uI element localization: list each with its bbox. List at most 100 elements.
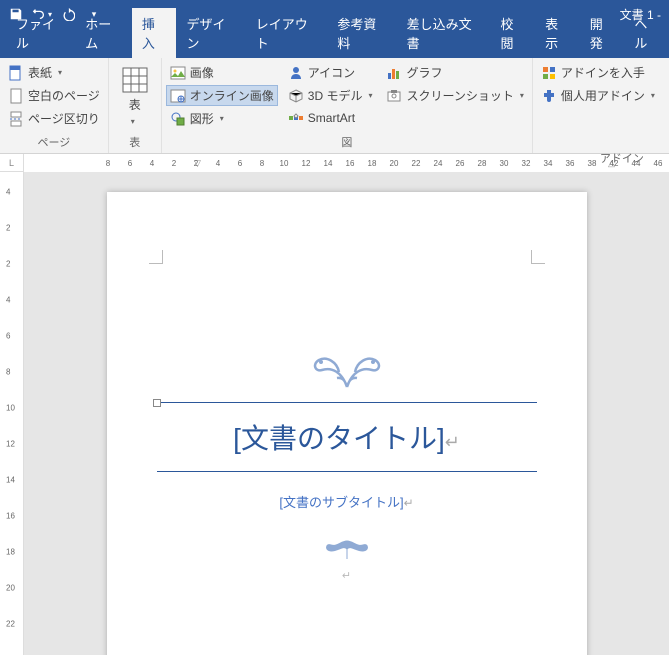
- document-page[interactable]: [文書のタイトル]↵ [文書のサブタイトル]↵ ↵: [107, 192, 587, 655]
- smartart-icon: [288, 110, 304, 126]
- ruler-number: 8: [6, 368, 10, 377]
- ruler-number: 22: [6, 620, 15, 629]
- cmd-label: 図形: [190, 110, 214, 127]
- chart-button[interactable]: グラフ: [382, 62, 527, 83]
- chevron-down-icon: ▾: [651, 91, 655, 100]
- group-label: アドイン: [537, 148, 669, 169]
- vertical-ruler[interactable]: 42246810121416182022: [0, 172, 24, 655]
- tab-layout[interactable]: レイアウト: [246, 8, 328, 58]
- tab-selector[interactable]: L: [0, 154, 24, 172]
- screenshot-button[interactable]: スクリーンショット ▾: [382, 85, 527, 106]
- group-label: 表: [113, 132, 157, 153]
- cube-icon: [288, 88, 304, 104]
- ruler-number: 18: [6, 548, 15, 557]
- tab-mailings[interactable]: 差し込み文書: [397, 8, 491, 58]
- 3d-models-button[interactable]: 3D モデル ▾: [284, 85, 377, 106]
- ruler-number: 42: [610, 159, 619, 168]
- table-button[interactable]: 表▾: [113, 60, 157, 132]
- ruler-number: 4: [6, 188, 10, 197]
- title-block[interactable]: [文書のタイトル]↵: [157, 402, 537, 472]
- chevron-down-icon: ▾: [368, 91, 372, 100]
- page-break-icon: [8, 111, 24, 127]
- group-label: ページ: [4, 132, 104, 153]
- cmd-label: 個人用アドイン: [561, 87, 645, 104]
- subtitle-placeholder[interactable]: [文書のサブタイトル]: [279, 495, 403, 510]
- content-control-handle[interactable]: [153, 399, 161, 407]
- group-illustrations: 画像 オンライン画像 図形▾ アイコン 3D モデル▾: [162, 58, 533, 153]
- screenshot-icon: [386, 88, 402, 104]
- ruler-number: 2: [6, 260, 10, 269]
- online-pictures-button[interactable]: オンライン画像: [166, 85, 278, 106]
- ruler-number: 10: [280, 159, 289, 168]
- ruler-number: 46: [654, 159, 663, 168]
- cmd-label: 3D モデル: [308, 87, 363, 104]
- group-label: 図: [166, 132, 528, 153]
- page-area[interactable]: [文書のタイトル]↵ [文書のサブタイトル]↵ ↵: [24, 172, 669, 655]
- tab-design[interactable]: デザイン: [176, 8, 245, 58]
- ruler-number: 6: [6, 332, 10, 341]
- chevron-down-icon: ▾: [58, 68, 62, 77]
- cmd-label: 表紙: [28, 64, 52, 81]
- page-break-button[interactable]: ページ区切り: [4, 108, 104, 129]
- ribbon: 表紙▾ 空白のページ ページ区切り ページ 表▾ 表: [0, 58, 669, 154]
- ruler-number: 16: [6, 512, 15, 521]
- tab-help[interactable]: ヘル: [624, 8, 669, 58]
- flourish-icon: [297, 352, 397, 392]
- ruler-number: 18: [368, 159, 377, 168]
- title-placeholder[interactable]: [文書のタイトル]: [233, 423, 445, 454]
- tab-references[interactable]: 参考資料: [327, 8, 396, 58]
- ruler-number: 28: [478, 159, 487, 168]
- icons-icon: [288, 65, 304, 81]
- picture-icon: [170, 65, 186, 81]
- ruler-number: 4: [6, 296, 10, 305]
- wikipedia-button[interactable]: W ウィキペディア: [663, 60, 669, 148]
- pictures-button[interactable]: 画像: [166, 62, 278, 83]
- margin-corner: [149, 250, 163, 264]
- cover-page-button[interactable]: 表紙 ▾: [4, 62, 104, 83]
- ruler-number: 16: [346, 159, 355, 168]
- tab-file[interactable]: ファイル: [6, 8, 75, 58]
- online-picture-icon: [170, 88, 186, 104]
- paragraph-mark-icon: ↵: [445, 432, 460, 452]
- tab-insert[interactable]: 挿入: [132, 8, 177, 58]
- tab-developer[interactable]: 開発: [580, 8, 625, 58]
- ruler-number: 20: [390, 159, 399, 168]
- cover-page-icon: [8, 65, 24, 81]
- blank-page-icon: [8, 88, 24, 104]
- group-tables: 表▾ 表: [109, 58, 162, 153]
- ruler-number: 20: [6, 584, 15, 593]
- blank-page-button[interactable]: 空白のページ: [4, 85, 104, 106]
- addin-icon: [541, 88, 557, 104]
- cmd-label: オンライン画像: [190, 87, 274, 104]
- cmd-label: 表: [129, 98, 141, 112]
- tab-review[interactable]: 校閲: [490, 8, 535, 58]
- ruler-number: 24: [434, 159, 443, 168]
- ruler-number: 30: [500, 159, 509, 168]
- ruler-number: 4: [216, 159, 220, 168]
- ruler-number: 14: [324, 159, 333, 168]
- cmd-label: グラフ: [406, 64, 442, 81]
- get-addins-button[interactable]: アドインを入手: [537, 62, 659, 83]
- ruler-number: 6: [128, 159, 132, 168]
- tab-view[interactable]: 表示: [535, 8, 580, 58]
- shapes-button[interactable]: 図形▾: [166, 108, 278, 129]
- cmd-label: 空白のページ: [28, 87, 100, 104]
- ornament-top: [147, 352, 547, 392]
- ruler-number: 34: [544, 159, 553, 168]
- ruler-number: 38: [588, 159, 597, 168]
- chevron-down-icon: ▾: [520, 91, 524, 100]
- ruler-number: 2: [6, 224, 10, 233]
- tab-home[interactable]: ホーム: [75, 8, 132, 58]
- cmd-label: SmartArt: [308, 111, 355, 125]
- cmd-label: スクリーンショット: [406, 87, 513, 104]
- icons-button[interactable]: アイコン: [284, 62, 377, 83]
- chevron-down-icon: ▾: [131, 117, 135, 126]
- ruler-number: 26: [456, 159, 465, 168]
- ruler-number: 32: [522, 159, 531, 168]
- ruler-number: 8: [260, 159, 264, 168]
- smartart-button[interactable]: SmartArt: [284, 108, 377, 128]
- my-addins-button[interactable]: 個人用アドイン ▾: [537, 85, 659, 106]
- ruler-number: 10: [6, 404, 15, 413]
- ornament-bottom: [147, 535, 547, 563]
- group-addins: アドインを入手 個人用アドイン▾ W ウィキペディア アドイン: [533, 58, 669, 153]
